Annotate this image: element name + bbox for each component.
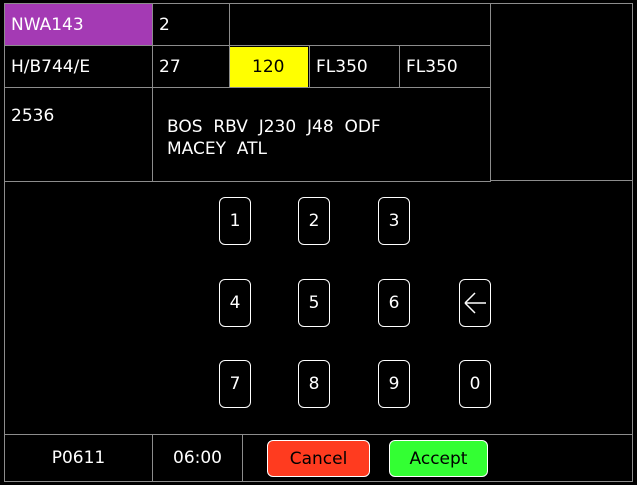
key-4[interactable]: 4 — [219, 279, 251, 327]
key-9[interactable]: 9 — [378, 360, 410, 408]
backspace-button[interactable] — [459, 279, 491, 327]
route-field[interactable]: BOS RBV J230 J48 ODF MACEY ATL — [152, 87, 491, 182]
row2-col2-field[interactable]: 27 — [152, 45, 230, 88]
key-7[interactable]: 7 — [219, 360, 251, 408]
callsign-field[interactable]: NWA143 — [4, 3, 153, 46]
cancel-button[interactable]: Cancel — [267, 440, 370, 477]
time-field: 06:00 — [152, 434, 243, 482]
key-0[interactable]: 0 — [459, 360, 491, 408]
left-arrow-icon — [464, 292, 486, 314]
route-line-1: BOS RBV J230 J48 ODF — [167, 116, 381, 137]
altitude-2-field[interactable]: FL350 — [399, 45, 491, 88]
key-8[interactable]: 8 — [298, 360, 330, 408]
position-code-field: P0611 — [4, 434, 153, 482]
aircraft-type-field[interactable]: H/B744/E — [4, 45, 153, 88]
row1-empty-field — [229, 3, 491, 46]
key-1[interactable]: 1 — [219, 197, 251, 245]
route-line-2: MACEY ATL — [167, 138, 267, 159]
highlighted-value-field[interactable]: 120 — [230, 46, 308, 87]
row1-col2-field[interactable]: 2 — [152, 3, 230, 46]
key-3[interactable]: 3 — [378, 197, 410, 245]
key-6[interactable]: 6 — [378, 279, 410, 327]
altitude-1-field[interactable]: FL350 — [309, 45, 400, 88]
keypad-panel: 1 2 3 4 5 6 7 8 9 0 — [4, 182, 633, 435]
accept-button[interactable]: Accept — [389, 440, 488, 477]
beacon-code-field[interactable]: 2536 — [4, 87, 153, 182]
highlighted-value-cell[interactable]: 120 — [229, 45, 310, 88]
key-2[interactable]: 2 — [298, 197, 330, 245]
right-empty-panel — [490, 3, 633, 181]
key-5[interactable]: 5 — [298, 279, 330, 327]
